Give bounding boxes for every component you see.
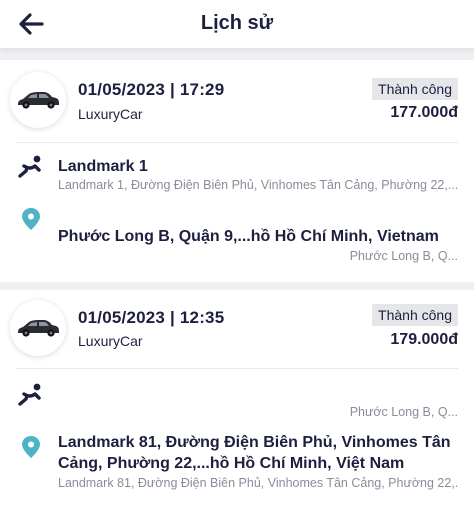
destination-pin-icon [22,436,40,458]
destination-address: Phước Long B, Q... [349,249,458,263]
status-badge: Thành công [372,304,458,326]
trip-card[interactable]: 01/05/2023 | 12:35 LuxuryCar Thành công … [0,290,474,508]
destination-name: Landmark 81, Đường Điện Biên Phủ, Vinhom… [58,434,451,472]
trip-car-type: LuxuryCar [78,333,143,349]
pickup-address: Landmark 1, Đường Điện Biên Phủ, Vinhome… [58,178,458,192]
divider [16,368,458,369]
trip-datetime: 01/05/2023 | 12:35 [78,308,225,327]
car-image [10,72,66,128]
trip-price: 177.000đ [390,104,458,121]
trip-price: 179.000đ [390,331,458,348]
destination-name: Phước Long B, Quận 9,...hồ Hồ Chí Minh, … [58,228,439,245]
trip-car-type: LuxuryCar [78,106,143,122]
page-title: Lịch sử [200,12,274,34]
pickup-name: Landmark 1 [58,158,148,175]
car-icon [18,92,59,109]
destination-address: Landmark 81, Đường Điện Biên Phủ, Vinhom… [58,476,458,490]
pickup-person-icon [18,155,41,178]
pickup-person-icon [18,383,41,406]
divider [16,142,458,143]
car-icon [18,320,59,337]
trip-card[interactable]: 01/05/2023 | 17:29 LuxuryCar Thành công … [0,60,474,282]
status-badge: Thành công [372,78,458,100]
car-image [10,300,66,356]
pickup-address: Phước Long B, Q... [349,405,458,419]
trip-datetime: 01/05/2023 | 17:29 [78,80,225,99]
app-header: Lịch sử [0,0,474,48]
destination-pin-icon [22,208,40,230]
